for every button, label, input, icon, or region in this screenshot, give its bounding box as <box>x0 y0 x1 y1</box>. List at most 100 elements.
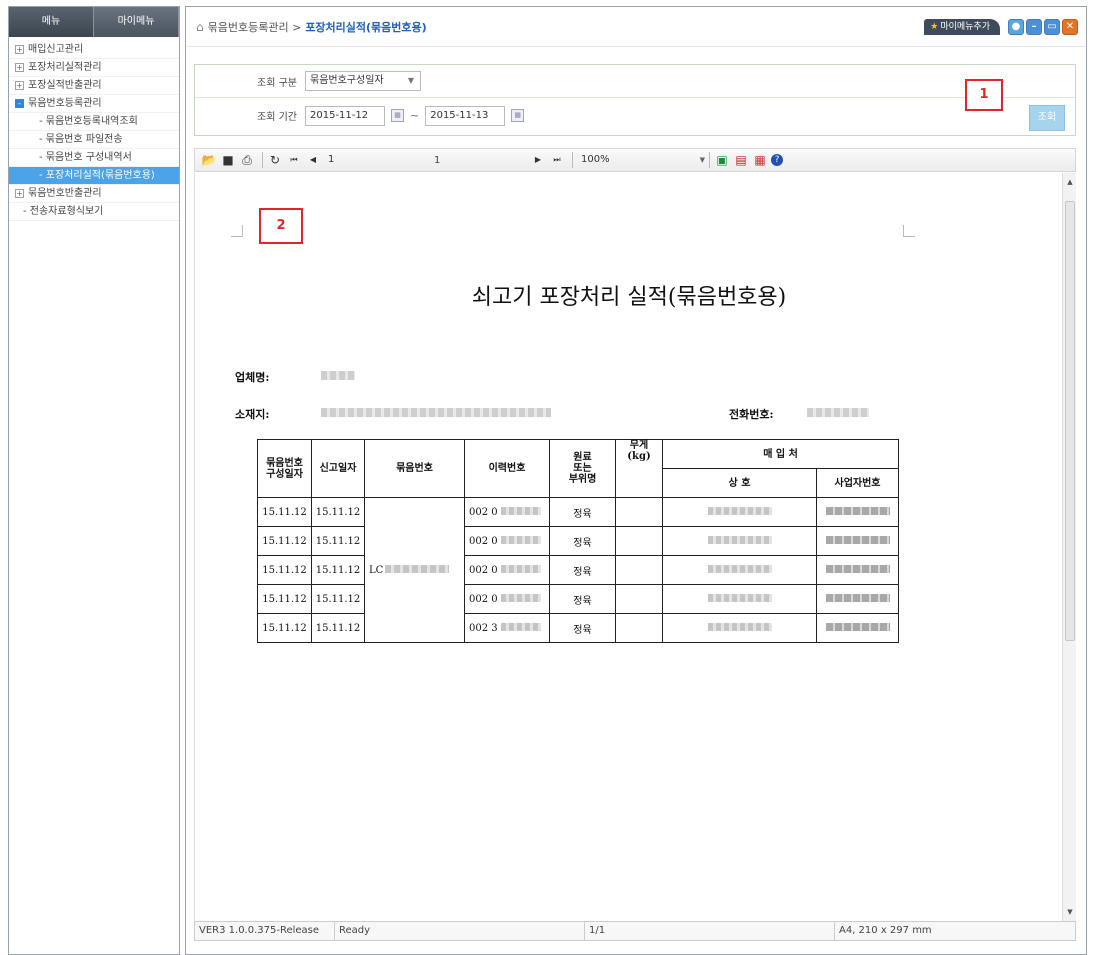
first-page-icon[interactable]: ⏮ <box>286 152 302 168</box>
date-to-field[interactable]: 2015-11-13 <box>425 105 506 126</box>
sidebar-item[interactable]: + 포장실적반출관리 <box>9 77 179 95</box>
annotation-marker-1: 1 <box>965 79 1003 111</box>
report-toolbar: 📂 ■ ⎙ ↻ ⏮ ◀ 1 1 ▶ ⏭ 100% ▼ ▣ ▤ ▦ ? <box>194 148 1076 172</box>
last-page-icon[interactable]: ⏭ <box>549 152 565 168</box>
sidebar-item[interactable]: + 매입신고관리 <box>9 41 179 59</box>
cell-biz-no <box>816 584 899 614</box>
cell-date: 15.11.12 <box>257 526 312 556</box>
cell-trace-no: 002 0 <box>464 584 550 614</box>
sidebar-item-label: - 묶음번호 구성내역서 <box>39 151 132 163</box>
sidebar-item-label: 포장실적반출관리 <box>28 79 102 91</box>
sidebar-item-label: - 묶음번호등록내역조회 <box>39 115 138 127</box>
toolbar-divider <box>262 152 263 168</box>
table-row: 15.11.12 15.11.12 002 3 정육 <box>257 613 899 643</box>
bundle-no-redacted <box>385 564 450 573</box>
table-row: 15.11.12 15.11.12 002 0 정육 <box>257 526 899 556</box>
tab-menu[interactable]: 메뉴 <box>9 7 94 37</box>
buyer-name-redacted <box>707 535 772 544</box>
sidebar-item[interactable]: - 전송자료형식보기 <box>9 203 179 221</box>
trace-no-redacted <box>500 535 541 544</box>
trace-prefix: 002 0 <box>469 564 498 576</box>
nav-tabs: 메뉴 마이메뉴 <box>9 7 179 37</box>
trace-prefix: 002 3 <box>469 622 498 634</box>
excel-export-icon[interactable]: ▣ <box>714 152 730 168</box>
col-header-weight: 무게 (kg) <box>615 439 663 498</box>
report-viewer[interactable]: 2 쇠고기 포장처리 실적(묶음번호용) 업체명: 소재지: 전화번호: 묶음번… <box>194 173 1076 921</box>
left-nav-panel: 메뉴 마이메뉴 + 매입신고관리 + 포장처리실적관리 + 포장실적반출관리 - 묶음번호등록… <box>8 6 180 955</box>
home-icon[interactable]: ⌂ <box>196 20 204 34</box>
restore-window-icon[interactable]: ▭ <box>1044 19 1060 35</box>
cell-report-date: 15.11.12 <box>311 584 365 614</box>
add-my-menu-button[interactable]: ★ 마이메뉴추가 <box>924 19 1000 35</box>
cell-part: 정육 <box>549 613 616 643</box>
cell-buyer-name <box>662 497 817 527</box>
expand-icon[interactable]: + <box>15 63 24 72</box>
status-bar: VER3 1.0.0.375-Release Ready 1/1 A4, 210… <box>194 921 1076 941</box>
sidebar-item[interactable]: - 묶음번호 구성내역서 <box>9 149 179 167</box>
help-icon[interactable]: ? <box>771 154 783 166</box>
cell-date: 15.11.12 <box>257 613 312 643</box>
status-state: Ready <box>335 922 585 940</box>
sidebar-item[interactable]: - 묶음번호등록내역조회 <box>9 113 179 131</box>
scroll-down-icon[interactable]: ▼ <box>1063 905 1077 919</box>
add-my-menu-label: 마이메뉴추가 <box>940 22 990 32</box>
report-table-body: 15.11.12 15.11.12 LC 002 0 정육 15.11.12 15.11.1… <box>257 497 899 643</box>
col-header-report-date: 신고일자 <box>311 439 365 498</box>
calendar-icon[interactable]: ▦ <box>391 109 404 122</box>
hwp-export-icon[interactable]: ▦ <box>752 152 768 168</box>
cell-biz-no <box>816 526 899 556</box>
search-period-row: 조회 기간 2015-11-12 ▦ ~ 2015-11-13 ▦ <box>195 99 1075 132</box>
save-icon[interactable]: ■ <box>220 152 236 168</box>
sidebar-item[interactable]: + 묶음번호반출관리 <box>9 185 179 203</box>
cell-part: 정육 <box>549 497 616 527</box>
sidebar-item[interactable]: + 포장처리실적관리 <box>9 59 179 77</box>
toolbar-divider <box>572 152 573 168</box>
col-header-buyer: 매 입 처 <box>662 439 899 469</box>
sidebar-item[interactable]: - 묶음번호 파일전송 <box>9 131 179 149</box>
refresh-window-icon[interactable]: ● <box>1008 19 1024 35</box>
calendar-icon[interactable]: ▦ <box>511 109 525 122</box>
scroll-up-icon[interactable]: ▲ <box>1063 175 1077 189</box>
collapse-icon[interactable]: - <box>15 99 24 108</box>
next-page-icon[interactable]: ▶ <box>530 152 546 168</box>
buyer-name-redacted <box>707 593 772 602</box>
zoom-select[interactable]: 100% ▼ <box>577 152 705 168</box>
trace-no-redacted <box>500 506 541 515</box>
page-current-field[interactable]: 1 <box>324 152 434 168</box>
expand-icon[interactable]: + <box>15 81 24 90</box>
prev-page-icon[interactable]: ◀ <box>305 152 321 168</box>
sidebar-item[interactable]: - 포장처리실적(묶음번호용) <box>9 167 179 185</box>
sidebar-item[interactable]: - 묶음번호등록관리 <box>9 95 179 113</box>
minimize-window-icon[interactable]: – <box>1026 19 1042 35</box>
buyer-name-redacted <box>707 622 772 631</box>
search-type-select[interactable]: 묶음번호구성일자 ▼ <box>305 71 421 91</box>
cell-buyer-name <box>662 613 817 643</box>
open-folder-icon[interactable]: 📂 <box>201 152 217 168</box>
search-type-row: 조회 구분 묶음번호구성일자 ▼ <box>195 65 1075 98</box>
scrollbar-thumb[interactable] <box>1065 201 1075 641</box>
search-button[interactable]: 조회 <box>1029 105 1065 131</box>
vertical-scrollbar[interactable]: ▲ ▼ <box>1062 173 1076 921</box>
sidebar-item-label: 묶음번호등록관리 <box>28 97 102 109</box>
trace-no-redacted <box>500 593 541 602</box>
chevron-down-icon: ▼ <box>407 76 414 85</box>
cell-date: 15.11.12 <box>257 497 312 527</box>
cell-biz-no <box>816 555 899 585</box>
close-window-icon[interactable]: ✕ <box>1062 19 1078 35</box>
page-total: 1 <box>434 154 441 166</box>
sidebar-item-label: - 전송자료형식보기 <box>23 205 104 217</box>
expand-icon[interactable]: + <box>15 45 24 54</box>
buyer-name-redacted <box>707 506 772 515</box>
cell-buyer-name <box>662 555 817 585</box>
date-from-field[interactable]: 2015-11-12 <box>305 105 385 126</box>
refresh-icon[interactable]: ↻ <box>267 152 283 168</box>
buyer-name-redacted <box>707 564 772 573</box>
search-period-label: 조회 기간 <box>257 112 297 123</box>
tab-my-menu[interactable]: 마이메뉴 <box>94 7 179 37</box>
expand-icon[interactable]: + <box>15 189 24 198</box>
pdf-export-icon[interactable]: ▤ <box>733 152 749 168</box>
biz-no-redacted <box>825 506 890 515</box>
toolbar-divider <box>709 152 710 168</box>
cell-date: 15.11.12 <box>257 584 312 614</box>
print-icon[interactable]: ⎙ <box>239 152 255 168</box>
